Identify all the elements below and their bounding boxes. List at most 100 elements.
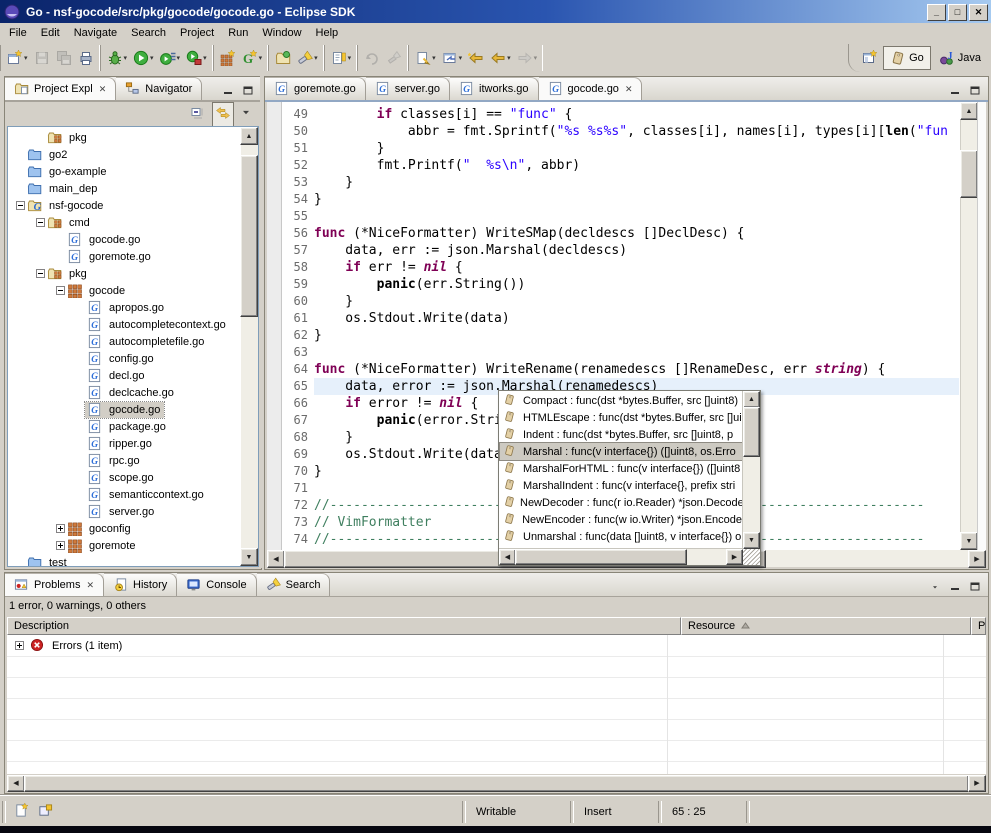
new-go-package-button[interactable]: [217, 46, 239, 70]
tree-item-gocode-go[interactable]: Ggocode.go: [8, 401, 241, 418]
tree-item-go2[interactable]: go2: [8, 146, 241, 163]
maximize-view-button[interactable]: [240, 84, 256, 97]
column-header-path[interactable]: Path: [971, 617, 986, 635]
menu-project[interactable]: Project: [173, 25, 221, 41]
popup-horizontal-scrollbar[interactable]: ◀ ▶: [499, 548, 743, 565]
tree-item-rpc-go[interactable]: Grpc.go: [8, 452, 241, 469]
overview-ruler[interactable]: [977, 102, 986, 550]
scroll-thumb[interactable]: [515, 549, 687, 565]
tree-item-declcache-go[interactable]: Gdeclcache.go: [8, 384, 241, 401]
menu-file[interactable]: File: [2, 25, 34, 41]
maximize-view-button[interactable]: [967, 84, 983, 97]
back-button[interactable]: ▾: [487, 46, 514, 70]
tree-item-config-go[interactable]: Gconfig.go: [8, 350, 241, 367]
completion-item[interactable]: Unmarshal : func(data []uint8, v interfa…: [500, 528, 742, 545]
dropdown-arrow-icon[interactable]: ▾: [24, 54, 28, 62]
expand-icon[interactable]: [56, 541, 65, 550]
editor-tab-itworks-go[interactable]: Gitworks.go: [450, 77, 539, 100]
scroll-left-icon[interactable]: ◀: [267, 550, 285, 568]
collapse-icon[interactable]: [16, 201, 25, 210]
completion-item[interactable]: Compact : func(dst *bytes.Buffer, src []…: [500, 392, 742, 409]
external-tools-button[interactable]: ▾: [183, 46, 210, 70]
expand-icon[interactable]: [15, 641, 24, 650]
column-header-resource[interactable]: Resource: [681, 617, 971, 635]
dropdown-arrow-icon[interactable]: ▾: [150, 54, 154, 62]
status-show-selected-element-button[interactable]: [38, 803, 54, 821]
problems-row[interactable]: Errors (1 item): [7, 636, 122, 655]
open-type-button[interactable]: [272, 46, 294, 70]
title-bar[interactable]: Go - nsf-gocode/src/pkg/gocode/gocode.go…: [0, 0, 991, 23]
problems-tab-search[interactable]: Search: [257, 573, 331, 596]
go-into-button[interactable]: ▾: [439, 46, 466, 70]
menu-edit[interactable]: Edit: [34, 25, 67, 41]
tree-item-gocode-go[interactable]: Ggocode.go: [8, 231, 241, 248]
dropdown-arrow-icon[interactable]: ▾: [348, 54, 352, 62]
dropdown-arrow-icon[interactable]: ▾: [203, 54, 207, 62]
dropdown-arrow-icon[interactable]: ▾: [259, 54, 263, 62]
dropdown-arrow-icon[interactable]: ▾: [124, 54, 128, 62]
scroll-thumb[interactable]: [743, 407, 760, 457]
menu-window[interactable]: Window: [255, 25, 308, 41]
tree-item-pkg[interactable]: pkg: [8, 129, 241, 146]
tree-item-scope-go[interactable]: Gscope.go: [8, 469, 241, 486]
scroll-down-icon[interactable]: ▼: [960, 532, 978, 550]
back-to-last-edit-button[interactable]: [465, 46, 487, 70]
dropdown-arrow-icon[interactable]: ▾: [177, 54, 181, 62]
tree-item-apropos-go[interactable]: Gapropos.go: [8, 299, 241, 316]
explorer-tab-project-expl[interactable]: Project Expl✕: [5, 77, 116, 100]
expand-icon[interactable]: [56, 524, 65, 533]
scroll-up-icon[interactable]: ▲: [960, 102, 978, 120]
dropdown-arrow-icon[interactable]: ▾: [534, 54, 538, 62]
tree-item-semanticcontext-go[interactable]: Gsemanticcontext.go: [8, 486, 241, 503]
editor-tab-gocode-go[interactable]: Ggocode.go✕: [539, 77, 643, 100]
scroll-thumb[interactable]: [240, 155, 258, 317]
new-wizard-button[interactable]: ▾: [4, 46, 31, 70]
problems-tab-console[interactable]: Console: [177, 573, 256, 596]
menu-navigate[interactable]: Navigate: [67, 25, 124, 41]
search-button[interactable]: ▾: [294, 46, 321, 70]
completion-item[interactable]: Indent : func(dst *bytes.Buffer, src []u…: [500, 426, 742, 443]
dropdown-arrow-icon[interactable]: ▾: [507, 54, 511, 62]
annotation-ruler[interactable]: [267, 102, 282, 550]
problems-tab-history[interactable]: History: [104, 573, 177, 596]
completion-item[interactable]: NewEncoder : func(w io.Writer) *json.Enc…: [500, 511, 742, 528]
scroll-down-icon[interactable]: ▼: [240, 548, 258, 566]
tree-item-ripper-go[interactable]: Gripper.go: [8, 435, 241, 452]
scroll-right-icon[interactable]: ▶: [726, 549, 743, 565]
status-fast-view-button[interactable]: [14, 803, 30, 821]
collapse-icon[interactable]: [36, 218, 45, 227]
menu-search[interactable]: Search: [124, 25, 173, 41]
minimize-view-button[interactable]: [947, 84, 963, 97]
perspective-go[interactable]: Go: [883, 46, 931, 70]
print-button[interactable]: [75, 46, 97, 70]
tree-item-server-go[interactable]: Gserver.go: [8, 503, 241, 520]
dropdown-arrow-icon[interactable]: ▾: [314, 54, 318, 62]
tree-item-autocompletefile-go[interactable]: Gautocompletefile.go: [8, 333, 241, 350]
collapse-icon[interactable]: [56, 286, 65, 295]
scroll-thumb[interactable]: [24, 775, 969, 792]
problems-horizontal-scrollbar[interactable]: ◀ ▶: [7, 775, 986, 791]
collapse-icon[interactable]: [36, 269, 45, 278]
new-go-element-button[interactable]: G▾: [239, 46, 266, 70]
tree-item-goremote-go[interactable]: Ggoremote.go: [8, 248, 241, 265]
maximize-button[interactable]: □: [948, 4, 967, 21]
close-icon[interactable]: ✕: [99, 84, 107, 95]
tree-item-go-example[interactable]: go-example: [8, 163, 241, 180]
tree-scrollbar[interactable]: ▲ ▼: [241, 127, 258, 566]
dropdown-arrow-icon[interactable]: ▾: [432, 54, 436, 62]
tree-item-decl-go[interactable]: Gdecl.go: [8, 367, 241, 384]
dropdown-arrow-icon[interactable]: ▾: [459, 54, 463, 62]
editor-tab-server-go[interactable]: Gserver.go: [366, 77, 450, 100]
close-icon[interactable]: ✕: [625, 84, 633, 95]
menu-run[interactable]: Run: [221, 25, 255, 41]
tree-item-gocode[interactable]: gocode: [8, 282, 241, 299]
scroll-left-icon[interactable]: ◀: [7, 775, 25, 792]
link-with-editor-button[interactable]: [212, 102, 234, 127]
editor-vertical-scrollbar[interactable]: ▲ ▼: [960, 102, 978, 550]
completion-item[interactable]: NewDecoder : func(r io.Reader) *json.Dec…: [500, 494, 742, 511]
view-menu-button[interactable]: [237, 103, 259, 125]
collapse-all-button[interactable]: [187, 102, 209, 127]
toggle-annotation-button[interactable]: ▾: [328, 46, 355, 70]
scroll-up-icon[interactable]: ▲: [743, 391, 760, 408]
tree-item-main-dep[interactable]: main_dep: [8, 180, 241, 197]
